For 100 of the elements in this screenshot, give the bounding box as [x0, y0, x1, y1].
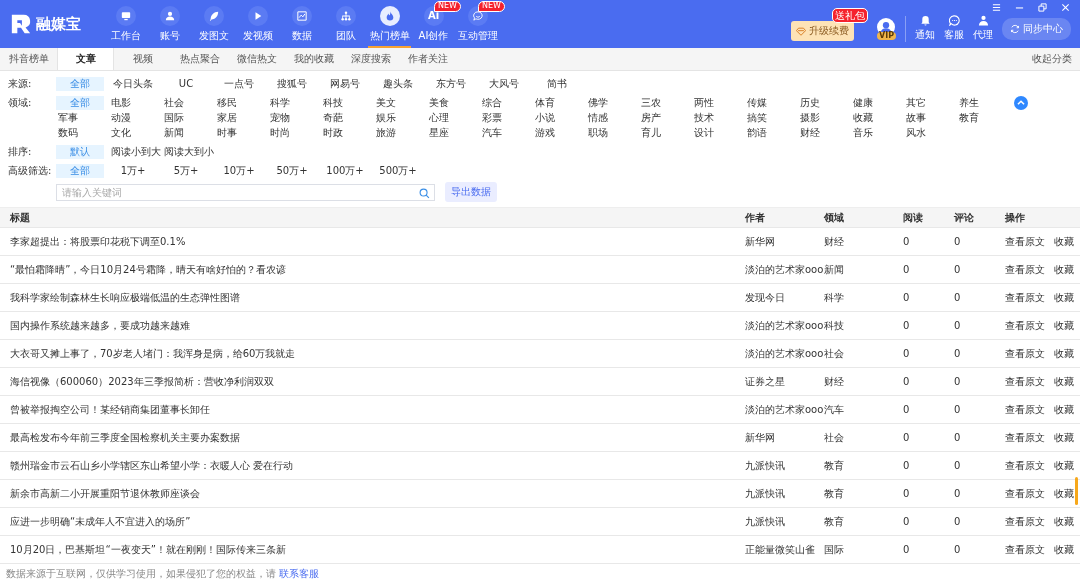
nav-item[interactable]: 数据 — [280, 0, 323, 48]
menu-icon[interactable] — [992, 3, 1001, 12]
contact-support-link[interactable]: 联系客服 — [279, 567, 319, 581]
filter-option[interactable]: 时事 — [215, 126, 263, 140]
filter-option[interactable]: 10万+ — [215, 164, 263, 178]
upgrade-button[interactable]: 升级续费 — [790, 21, 854, 41]
filter-option[interactable]: 养生 — [957, 96, 1005, 110]
nav-item[interactable]: 发视频 — [236, 0, 279, 48]
nav-item[interactable]: 工作台 — [104, 0, 147, 48]
filter-option[interactable]: 趣头条 — [374, 77, 422, 91]
filter-option[interactable]: 育儿 — [639, 126, 687, 140]
action-link[interactable]: 查看原文 — [1005, 430, 1045, 445]
tab[interactable]: 视频 — [114, 48, 171, 70]
action-link[interactable]: 收藏 — [1054, 374, 1074, 389]
filter-option[interactable]: 美文 — [374, 96, 422, 110]
filter-option[interactable]: 电影 — [109, 96, 157, 110]
action-link[interactable]: 查看原文 — [1005, 290, 1045, 305]
search-field[interactable]: 请输入关键词 — [56, 183, 435, 201]
restore-icon[interactable] — [1038, 3, 1047, 12]
action-link[interactable]: 查看原文 — [1005, 374, 1045, 389]
collapse-categories-link[interactable]: 收起分类 — [1032, 52, 1080, 66]
action-link[interactable]: 收藏 — [1054, 234, 1074, 249]
filter-option[interactable]: 健康 — [851, 96, 899, 110]
filter-option[interactable]: 汽车 — [480, 126, 528, 140]
filter-option[interactable]: 收藏 — [851, 111, 899, 125]
action-link[interactable]: 查看原文 — [1005, 542, 1045, 557]
nav-item[interactable]: 账号 — [148, 0, 191, 48]
filter-option[interactable]: 时尚 — [268, 126, 316, 140]
filter-option[interactable]: 文化 — [109, 126, 157, 140]
action-link[interactable]: 收藏 — [1054, 514, 1074, 529]
nav-item[interactable]: 发图文 — [192, 0, 235, 48]
action-link[interactable]: 收藏 — [1054, 458, 1074, 473]
filter-option[interactable]: 1万+ — [109, 164, 157, 178]
filter-option[interactable]: 体育 — [533, 96, 581, 110]
filter-option[interactable]: 移民 — [215, 96, 263, 110]
filter-option[interactable]: 教育 — [957, 111, 1005, 125]
filter-option[interactable]: 今日头条 — [109, 77, 157, 91]
filter-option[interactable]: 财经 — [798, 126, 846, 140]
filter-option[interactable]: 简书 — [533, 77, 581, 91]
action-link[interactable]: 查看原文 — [1005, 458, 1045, 473]
filter-option[interactable]: 游戏 — [533, 126, 581, 140]
filter-option[interactable]: 军事 — [56, 111, 104, 125]
filter-option[interactable]: 搞笑 — [745, 111, 793, 125]
filter-option[interactable]: 风水 — [904, 126, 952, 140]
action-link[interactable]: 收藏 — [1054, 486, 1074, 501]
tab[interactable]: 深度搜索 — [342, 48, 399, 70]
action-link[interactable]: 查看原文 — [1005, 514, 1045, 529]
filter-option[interactable]: 新闻 — [162, 126, 210, 140]
filter-option[interactable]: 职场 — [586, 126, 634, 140]
action-link[interactable]: 查看原文 — [1005, 262, 1045, 277]
filter-option[interactable]: 星座 — [427, 126, 475, 140]
filter-option[interactable]: 50万+ — [268, 164, 316, 178]
action-link[interactable]: 查看原文 — [1005, 318, 1045, 333]
filter-option[interactable]: 动漫 — [109, 111, 157, 125]
filter-option[interactable]: 美食 — [427, 96, 475, 110]
filter-option[interactable]: 阅读大到小 — [162, 145, 216, 159]
close-icon[interactable] — [1061, 3, 1070, 12]
filter-option[interactable]: 一点号 — [215, 77, 263, 91]
toolbar-button[interactable]: 通知 — [915, 15, 935, 42]
export-data-button[interactable]: 导出数据 — [445, 182, 497, 202]
action-link[interactable]: 收藏 — [1054, 346, 1074, 361]
filter-option[interactable]: 传媒 — [745, 96, 793, 110]
action-link[interactable]: 收藏 — [1054, 542, 1074, 557]
filter-option[interactable]: 数码 — [56, 126, 104, 140]
filter-option[interactable]: 500万+ — [374, 164, 422, 178]
toolbar-button[interactable]: 代理 — [973, 15, 993, 42]
filter-option[interactable]: 三农 — [639, 96, 687, 110]
action-link[interactable]: 收藏 — [1054, 430, 1074, 445]
filter-option[interactable]: 宠物 — [268, 111, 316, 125]
action-link[interactable]: 查看原文 — [1005, 402, 1045, 417]
toolbar-button[interactable]: 客服 — [944, 15, 964, 42]
action-link[interactable]: 收藏 — [1054, 262, 1074, 277]
filter-option[interactable]: 佛学 — [586, 96, 634, 110]
filter-option[interactable]: 音乐 — [851, 126, 899, 140]
nav-item[interactable]: 团队 — [324, 0, 367, 48]
filter-option[interactable]: 历史 — [798, 96, 846, 110]
filter-option[interactable]: 设计 — [692, 126, 740, 140]
filter-option[interactable]: 科学 — [268, 96, 316, 110]
filter-option[interactable]: 搜狐号 — [268, 77, 316, 91]
filter-option[interactable]: 技术 — [692, 111, 740, 125]
filter-option[interactable]: 娱乐 — [374, 111, 422, 125]
filter-option[interactable]: 时政 — [321, 126, 369, 140]
collapse-toggle-icon[interactable] — [1014, 96, 1028, 110]
filter-option[interactable]: 奇葩 — [321, 111, 369, 125]
filter-option[interactable]: 房产 — [639, 111, 687, 125]
filter-option[interactable]: 社会 — [162, 96, 210, 110]
tab[interactable]: 作者关注 — [399, 48, 456, 70]
filter-option[interactable]: 情感 — [586, 111, 634, 125]
action-link[interactable]: 收藏 — [1054, 318, 1074, 333]
filter-option[interactable]: UC — [162, 77, 210, 91]
filter-option[interactable]: 其它 — [904, 96, 952, 110]
filter-option[interactable]: 大风号 — [480, 77, 528, 91]
filter-option[interactable]: 东方号 — [427, 77, 475, 91]
filter-option[interactable]: 旅游 — [374, 126, 422, 140]
filter-option[interactable]: 心理 — [427, 111, 475, 125]
scrollbar-thumb[interactable] — [1075, 477, 1078, 505]
filter-option[interactable]: 家居 — [215, 111, 263, 125]
action-link[interactable]: 查看原文 — [1005, 234, 1045, 249]
filter-option[interactable]: 摄影 — [798, 111, 846, 125]
filter-option[interactable]: 小说 — [533, 111, 581, 125]
